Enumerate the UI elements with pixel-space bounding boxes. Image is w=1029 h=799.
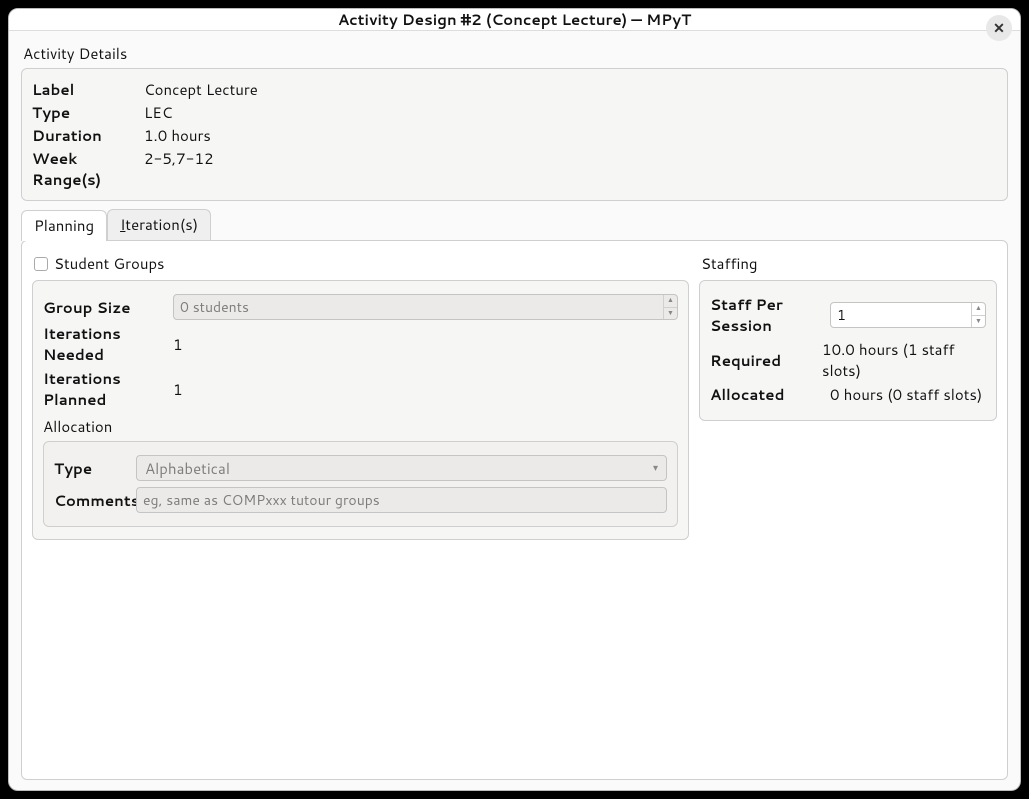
details-label: Week Range(s) <box>32 148 144 190</box>
iterations-planned-row: Iterations Planned 1 <box>43 368 678 410</box>
tab-planning[interactable]: Planning <box>21 210 107 241</box>
allocation-frame: Type Alphabetical ▾ Comments eg, same as… <box>43 441 678 527</box>
staffing-required-value: 10.0 hours (1 staff slots) <box>822 339 986 381</box>
staffing-allocated-row: Allocated 0 hours (0 staff slots) <box>710 384 986 405</box>
details-value: 1.0 hours <box>144 125 211 146</box>
details-label: Label <box>32 79 144 100</box>
tab-iterations-rest: teration(s) <box>125 214 198 235</box>
allocation-type-row: Type Alphabetical ▾ <box>54 455 667 481</box>
details-row-weekrange: Week Range(s) 2-5,7-12 <box>32 148 997 190</box>
chevron-up-icon[interactable]: ▲ <box>972 303 985 316</box>
group-size-label: Group Size <box>43 297 173 318</box>
iterations-needed-label: Iterations Needed <box>43 323 173 365</box>
iterations-planned-label: Iterations Planned <box>43 368 173 410</box>
details-label: Duration <box>32 125 144 146</box>
staff-per-session-label: Staff Per Session <box>710 294 830 336</box>
content-area: Activity Details Label Concept Lecture T… <box>9 31 1020 791</box>
details-value: LEC <box>144 102 172 123</box>
iterations-needed-row: Iterations Needed 1 <box>43 323 678 365</box>
close-icon: ✕ <box>993 18 1005 38</box>
tabs: Planning Iteration(s) Student Groups Gro… <box>21 209 1008 780</box>
group-size-value: 0 students <box>174 295 663 319</box>
window-title: Activity Design #2 (Concept Lecture) — M… <box>338 9 691 30</box>
allocation-comments-placeholder: eg, same as COMPxxx tutour groups <box>143 490 380 510</box>
allocation-type-value: Alphabetical <box>145 458 230 479</box>
details-value: Concept Lecture <box>144 79 258 100</box>
group-size-spinbox[interactable]: 0 students ▲ ▼ <box>173 294 678 320</box>
staffing-required-label: Required <box>710 350 822 371</box>
tab-planning-label: Planning <box>34 215 94 236</box>
student-groups-column: Student Groups Group Size 0 students ▲ ▼ <box>32 251 689 769</box>
details-row-duration: Duration 1.0 hours <box>32 125 997 146</box>
student-groups-checkbox[interactable] <box>34 257 48 271</box>
staffing-title: Staffing <box>701 253 758 274</box>
allocation-type-combo[interactable]: Alphabetical ▾ <box>136 455 667 481</box>
staffing-column: Staffing Staff Per Session 1 ▲ ▼ <box>699 251 997 769</box>
details-row-label: Label Concept Lecture <box>32 79 997 100</box>
details-label: Type <box>32 102 144 123</box>
allocation-comments-row: Comments eg, same as COMPxxx tutour grou… <box>54 487 667 513</box>
tab-strip: Planning Iteration(s) <box>21 209 1008 240</box>
chevron-down-icon[interactable]: ▼ <box>972 316 985 328</box>
allocation-type-label: Type <box>54 458 136 479</box>
staffing-required-row: Required 10.0 hours (1 staff slots) <box>710 339 986 381</box>
tab-panel-planning: Student Groups Group Size 0 students ▲ ▼ <box>21 240 1008 780</box>
student-groups-title: Student Groups <box>54 253 165 274</box>
details-row-type: Type LEC <box>32 102 997 123</box>
activity-details-box: Label Concept Lecture Type LEC Duration … <box>21 68 1008 201</box>
allocation-comments-label: Comments <box>54 490 136 511</box>
staff-per-session-spinbox[interactable]: 1 ▲ ▼ <box>830 302 986 328</box>
staff-per-session-value: 1 <box>831 303 971 327</box>
caret-down-icon: ▾ <box>653 461 658 475</box>
details-value: 2-5,7-12 <box>144 148 214 169</box>
chevron-up-icon[interactable]: ▲ <box>664 295 677 308</box>
student-groups-frame: Group Size 0 students ▲ ▼ Iterations Nee… <box>32 280 689 540</box>
titlebar: Activity Design #2 (Concept Lecture) — M… <box>9 9 1020 31</box>
staff-per-session-row: Staff Per Session 1 ▲ ▼ <box>710 294 986 336</box>
tab-iterations[interactable]: Iteration(s) <box>107 209 211 240</box>
group-size-row: Group Size 0 students ▲ ▼ <box>43 294 678 320</box>
close-button[interactable]: ✕ <box>986 15 1012 41</box>
staff-per-session-stepper: ▲ ▼ <box>971 303 985 327</box>
dialog-window: Activity Design #2 (Concept Lecture) — M… <box>8 8 1021 791</box>
group-size-stepper: ▲ ▼ <box>663 295 677 319</box>
allocation-comments-input[interactable]: eg, same as COMPxxx tutour groups <box>136 487 667 513</box>
staffing-allocated-value: 0 hours (0 staff slots) <box>830 384 982 405</box>
student-groups-header: Student Groups <box>34 253 689 274</box>
staffing-allocated-label: Allocated <box>710 384 830 405</box>
iterations-planned-value: 1 <box>173 379 183 400</box>
iterations-needed-value: 1 <box>173 334 183 355</box>
allocation-label: Allocation <box>43 416 678 437</box>
staffing-frame: Staff Per Session 1 ▲ ▼ Required <box>699 280 997 421</box>
activity-details-title: Activity Details <box>23 43 1008 64</box>
chevron-down-icon[interactable]: ▼ <box>664 308 677 320</box>
staffing-header: Staffing <box>701 253 997 274</box>
